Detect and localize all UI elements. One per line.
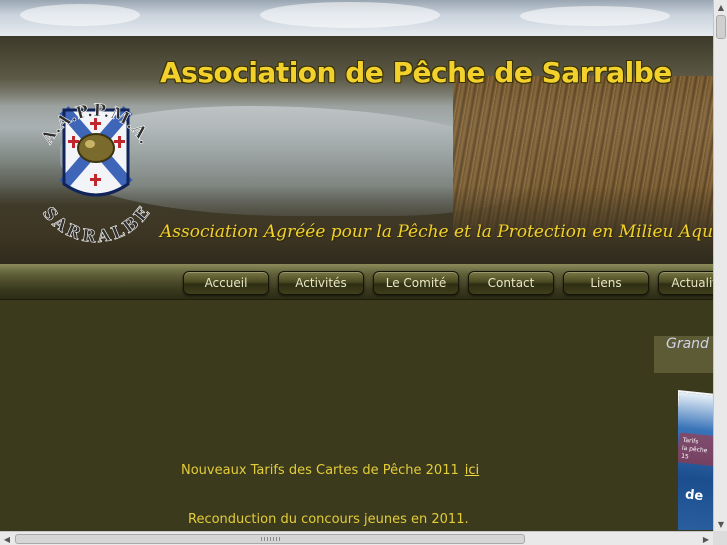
sky-strip [0, 0, 713, 36]
site-subtitle: Association Agréée pour la Pêche et la P… [160, 222, 713, 242]
main-content: Grand Tarifs la pêche 15 de Nouveaux Tar… [0, 300, 713, 530]
nav-liens[interactable]: Liens [563, 271, 649, 295]
news-item-text: Nouveaux Tarifs des Cartes de Pêche 2011 [181, 463, 459, 478]
sidebar-heading: Grand [666, 336, 709, 352]
vertical-scrollbar[interactable]: ▲ ▼ [713, 0, 727, 531]
main-nav: Accueil Activités Le Comité Contact Lien… [183, 271, 727, 295]
site-title: Association de Pêche de Sarralbe [160, 56, 672, 89]
nav-le-comite[interactable]: Le Comité [373, 271, 459, 295]
main-nav-bar: Accueil Activités Le Comité Contact Lien… [0, 264, 727, 300]
scroll-left-arrow-icon[interactable]: ◀ [0, 532, 14, 545]
club-logo[interactable]: A.A.P.P.M.A. SARRALBE [26, 86, 166, 252]
nav-accueil[interactable]: Accueil [183, 271, 269, 295]
news-item-tarifs: Nouveaux Tarifs des Cartes de Pêche 2011… [181, 463, 479, 478]
vertical-scroll-thumb[interactable] [716, 15, 726, 39]
scrollbar-corner [713, 531, 727, 545]
promo-card: Tarifs la pêche 15 de [678, 390, 713, 530]
horizontal-scroll-thumb[interactable] [15, 534, 525, 544]
promo-text: Tarifs la pêche 15 [681, 437, 709, 464]
scroll-right-arrow-icon[interactable]: ▶ [699, 532, 713, 545]
sidebar-heading-box: Grand [654, 336, 713, 373]
browser-viewport: A.A.P.P.M.A. SARRALBE Association de Pêc… [0, 0, 727, 545]
header-banner: A.A.P.P.M.A. SARRALBE Association de Pêc… [0, 36, 713, 264]
nav-activites[interactable]: Activités [278, 271, 364, 295]
svg-text:SARRALBE: SARRALBE [38, 203, 154, 247]
scroll-up-arrow-icon[interactable]: ▲ [714, 0, 727, 14]
scroll-down-arrow-icon[interactable]: ▼ [714, 517, 727, 531]
promo-big-text: de [684, 487, 704, 505]
scroll-grip-icon [261, 537, 281, 541]
news-item-text: Reconduction du concours jeunes en 2011. [188, 512, 469, 527]
promo-line-3: 15 [680, 452, 690, 461]
horizontal-scrollbar[interactable]: ◀ ▶ [0, 531, 713, 545]
nav-contact[interactable]: Contact [468, 271, 554, 295]
promo-flyer[interactable]: Tarifs la pêche 15 de [678, 390, 713, 530]
news-link-ici[interactable]: ici [465, 463, 479, 478]
news-item-concours: Reconduction du concours jeunes en 2011. [188, 512, 469, 527]
club-logo-emblem: A.A.P.P.M.A. SARRALBE [37, 101, 155, 248]
